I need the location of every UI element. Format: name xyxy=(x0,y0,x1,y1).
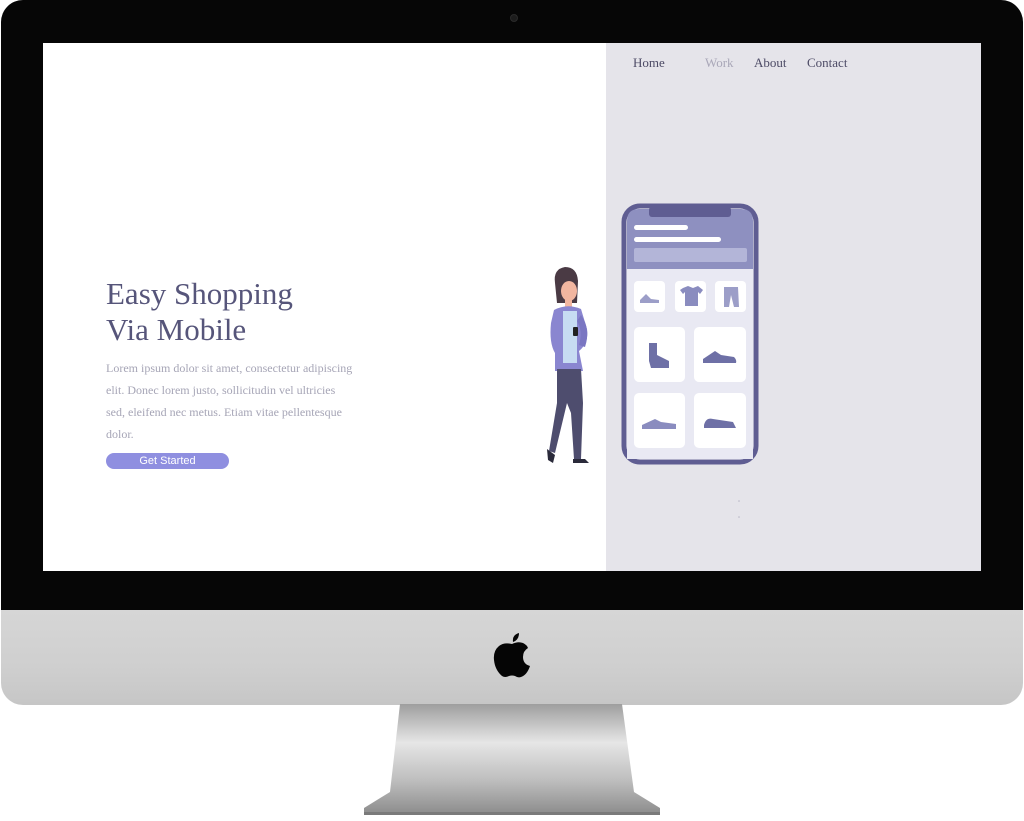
woman-figure xyxy=(547,267,589,463)
screen: Home Work About Contact Easy Shopping Vi… xyxy=(43,43,981,571)
phone-mockup xyxy=(621,203,759,465)
hero-title: Easy Shopping Via Mobile xyxy=(106,276,293,347)
hero-description: Lorem ipsum dolor sit amet, consectetur … xyxy=(106,361,353,441)
get-started-button[interactable]: Get Started xyxy=(106,453,229,469)
nav-work[interactable]: Work xyxy=(705,55,754,71)
decorative-dots xyxy=(738,500,740,518)
monitor-stand xyxy=(364,704,660,815)
nav-home[interactable]: Home xyxy=(633,55,705,71)
nav-contact[interactable]: Contact xyxy=(807,55,847,71)
sneaker-icon[interactable] xyxy=(634,281,665,312)
boot-icon[interactable] xyxy=(634,327,685,382)
apple-logo-icon xyxy=(493,633,530,678)
sneaker-low-icon[interactable] xyxy=(634,393,685,448)
shopping-illustration xyxy=(547,203,759,465)
nav-about[interactable]: About xyxy=(754,55,807,71)
camera-icon xyxy=(510,14,518,22)
main-nav: Home Work About Contact xyxy=(633,55,847,71)
